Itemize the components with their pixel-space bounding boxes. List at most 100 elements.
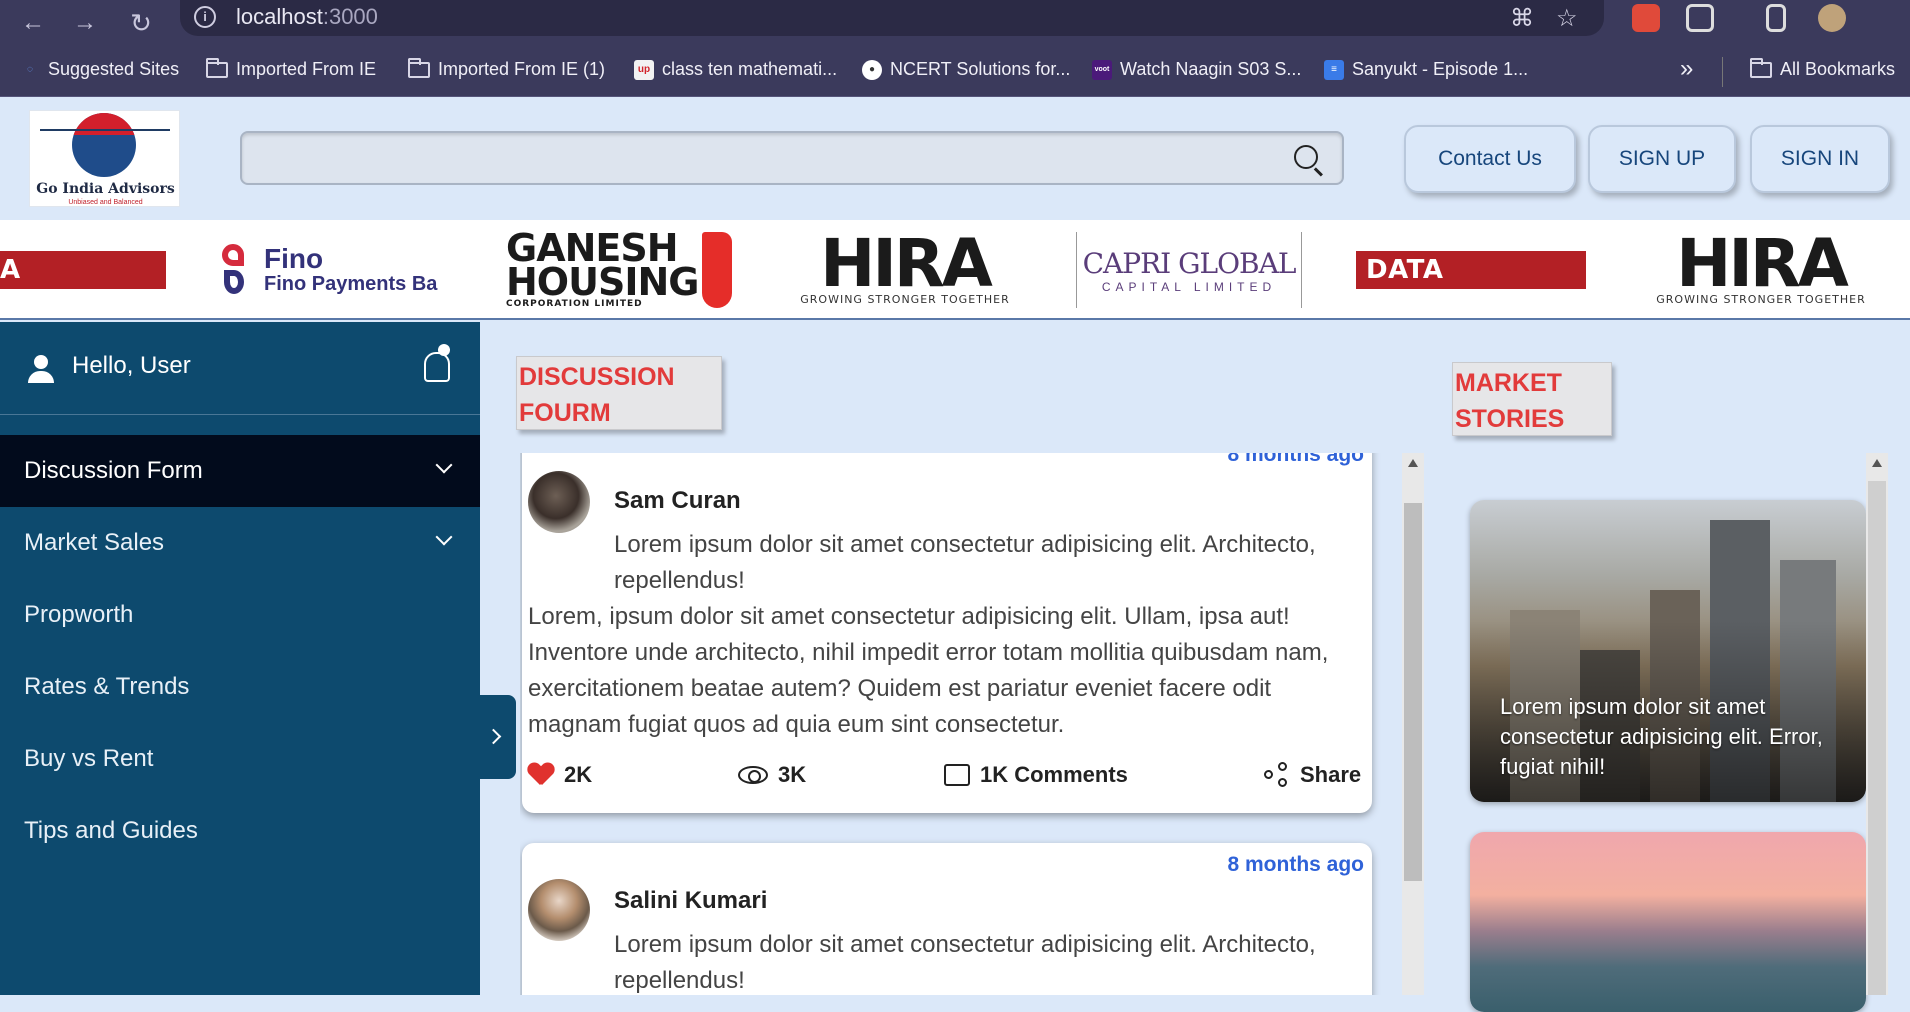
bookmark-star-icon[interactable]: ☆ [1556, 4, 1578, 33]
contact-us-button[interactable]: Contact Us [1404, 125, 1576, 193]
chevron-down-icon [435, 528, 453, 546]
share-button[interactable]: Share [1264, 755, 1361, 795]
folder-icon [206, 57, 228, 78]
url-text: localhost:3000 [236, 4, 378, 29]
sidebar-item-label: Discussion Form [24, 457, 203, 484]
post-time: 8 months ago [1227, 453, 1364, 466]
post-author[interactable]: Salini Kumari [614, 887, 767, 915]
post-body: Lorem, ipsum dolor sit amet consectetur … [528, 603, 1329, 738]
sidebar: Hello, User Discussion Form Market Sales… [0, 322, 480, 995]
story-card[interactable]: Lorem ipsum dolor sit amet consectetur a… [1470, 500, 1866, 802]
logo[interactable]: Go India Advisors Unbiased and Balanced [29, 110, 180, 207]
post-card: 8 months ago Salini Kumari Lorem ipsum d… [522, 843, 1372, 995]
suggested-sites-icon: ◌ [27, 63, 33, 75]
data-patterns-logo-2[interactable]: DATA PATTERNS [1356, 232, 1586, 318]
user-icon [28, 355, 54, 383]
forward-arrow-icon[interactable]: → [70, 8, 100, 38]
feed-scrollbar[interactable] [1402, 453, 1424, 995]
views-stat: 3K [738, 755, 806, 795]
sidebar-item-discussion-form[interactable]: Discussion Form [0, 435, 480, 507]
reload-icon[interactable]: ↻ [126, 8, 156, 38]
scroll-up-arrow-icon[interactable] [1872, 459, 1882, 467]
post-author[interactable]: Sam Curan [614, 487, 741, 515]
scrollbar-thumb[interactable] [1868, 481, 1886, 995]
extensions-puzzle-icon[interactable] [1686, 4, 1714, 32]
back-arrow-icon[interactable]: ← [18, 8, 48, 38]
globe-icon: ● [862, 59, 882, 80]
logo-emblem [72, 113, 136, 177]
bookmarks-overflow-button[interactable]: » [1680, 55, 1693, 83]
likes-count: 2K [564, 762, 593, 787]
bookmarks-bar: ◌ Suggested Sites Imported From IE Impor… [0, 47, 1910, 97]
bookmark-imported-from-ie[interactable]: Imported From IE [206, 57, 376, 80]
avatar[interactable] [528, 879, 590, 941]
all-bookmarks-button[interactable]: All Bookmarks [1750, 57, 1895, 80]
site-info-icon[interactable]: i [194, 6, 216, 28]
views-count: 3K [778, 762, 807, 787]
bookmark-naagin[interactable]: voot Watch Naagin S03 S... [1092, 59, 1301, 80]
avatar[interactable] [528, 471, 590, 533]
translate-icon[interactable]: ⌘ [1510, 4, 1534, 33]
comments-count: 1K Comments [980, 762, 1128, 787]
logo-tagline: Unbiased and Balanced [68, 199, 143, 206]
scroll-up-arrow-icon[interactable] [1408, 459, 1418, 467]
like-button[interactable]: 2K [528, 755, 592, 795]
extension-icon[interactable] [1632, 4, 1660, 32]
story-card[interactable] [1470, 832, 1866, 1012]
bookmark-imported-from-ie-1[interactable]: Imported From IE (1) [408, 57, 605, 80]
eye-icon [738, 766, 768, 784]
sidebar-item-buy-vs-rent[interactable]: Buy vs Rent [0, 723, 480, 795]
hira-logo[interactable]: HIRA GROWING STRONGER TOGETHER [790, 231, 1020, 308]
sign-in-button[interactable]: SIGN IN [1750, 125, 1890, 193]
sidebar-item-rates-trends[interactable]: Rates & Trends [0, 651, 480, 723]
sidebar-item-propworth[interactable]: Propworth [0, 579, 480, 651]
notification-bell-icon[interactable] [424, 344, 450, 382]
bookmark-suggested-sites[interactable]: ◌ Suggested Sites [20, 59, 179, 80]
folder-icon [408, 57, 430, 78]
bookmark-sanyukt[interactable]: ≡ Sanyukt - Episode 1... [1324, 59, 1528, 80]
discussion-feed: 8 months ago Sam Curan Lorem ipsum dolor… [520, 453, 1410, 995]
comments-button[interactable]: 1K Comments [944, 755, 1128, 795]
sidebar-item-label: Propworth [24, 601, 134, 628]
capri-global-logo[interactable]: CAPRI GLOBAL CAPITAL LIMITED [1076, 232, 1302, 308]
fino-logo[interactable]: Fino Fino Payments Ba [218, 232, 448, 308]
doc-favicon: ≡ [1324, 59, 1344, 80]
sidebar-item-market-sales[interactable]: Market Sales [0, 507, 480, 579]
sidebar-item-label: Rates & Trends [24, 673, 190, 700]
profile-avatar[interactable] [1818, 4, 1846, 32]
share-label: Share [1300, 762, 1362, 787]
comment-icon [944, 764, 970, 786]
hira-logo-2[interactable]: HIRA GROWING STRONGER TOGETHER [1646, 231, 1876, 308]
logo-name: Go India Advisors [36, 181, 175, 197]
post-subtitle: Lorem ipsum dolor sit amet consectetur a… [614, 531, 1316, 594]
sidebar-item-tips-guides[interactable]: Tips and Guides [0, 795, 480, 867]
ganesh-housing-logo[interactable]: GANESH HOUSING CORPORATION LIMITED [506, 229, 732, 309]
post-stats: 2K 3K 1K Comments Share [528, 755, 1363, 795]
folder-icon [1750, 57, 1772, 78]
sign-up-button[interactable]: SIGN UP [1588, 125, 1736, 193]
sidebar-item-label: Tips and Guides [24, 817, 198, 844]
scrollbar-thumb[interactable] [1404, 503, 1422, 881]
data-patterns-logo[interactable]: A PATTERNS [0, 232, 166, 318]
voot-favicon: voot [1092, 59, 1112, 80]
post-subtitle: Lorem ipsum dolor sit amet consectetur a… [614, 931, 1316, 994]
sidebar-item-label: Market Sales [24, 529, 165, 556]
bookmark-ncert[interactable]: ● NCERT Solutions for... [862, 59, 1070, 80]
bookmark-class-ten[interactable]: up class ten mathemati... [634, 59, 837, 80]
chevron-down-icon [435, 456, 453, 474]
heart-icon [528, 763, 554, 787]
post-time: 8 months ago [1227, 853, 1364, 876]
search-icon[interactable] [1294, 145, 1318, 169]
user-bar: Hello, User [0, 322, 480, 415]
browser-toolbar: ← → ↻ i localhost:3000 ⌘ ☆ [0, 0, 1910, 47]
brand-ticker: A PATTERNS Fino Fino Payments Ba GANESH … [0, 220, 1910, 320]
sidebar-toggle-button[interactable] [478, 695, 516, 779]
up-favicon: up [634, 59, 654, 80]
search-input[interactable] [252, 141, 1252, 175]
side-panel-icon[interactable] [1766, 4, 1786, 32]
stories-scrollbar[interactable] [1866, 453, 1888, 995]
discussion-forum-title: DISCUSSION FOURM [516, 356, 722, 430]
address-bar[interactable]: i localhost:3000 ⌘ ☆ [180, 0, 1604, 36]
story-caption: Lorem ipsum dolor sit amet consectetur a… [1500, 694, 1823, 779]
post-card: 8 months ago Sam Curan Lorem ipsum dolor… [522, 453, 1372, 813]
